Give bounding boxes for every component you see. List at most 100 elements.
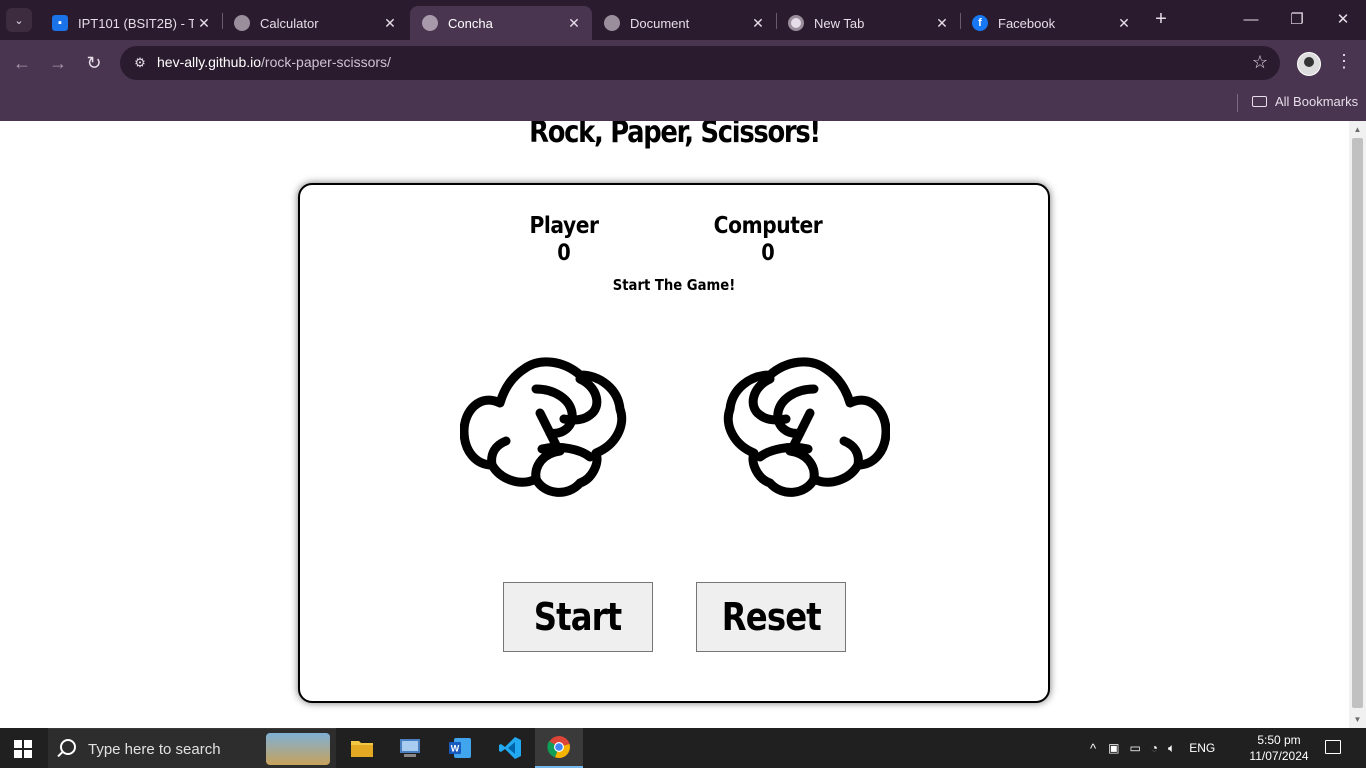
search-placeholder: Type here to search <box>88 741 221 758</box>
tab-document[interactable]: Document ✕ <box>592 6 776 40</box>
start-button-label: Start <box>534 595 622 639</box>
control-panel-icon <box>400 739 420 757</box>
computer-score-block: Computer 0 <box>704 213 832 266</box>
back-button[interactable]: ← <box>10 51 34 75</box>
globe-icon <box>604 15 620 31</box>
page-title: Rock, Paper, Scissors! <box>529 121 821 150</box>
tab-title: Document <box>630 15 690 31</box>
game-message: Start The Game! <box>612 276 736 294</box>
all-bookmarks-label: All Bookmarks <box>1275 94 1359 109</box>
notification-center-icon[interactable] <box>1325 740 1341 754</box>
site-info-icon[interactable]: ⚙ <box>128 51 152 75</box>
reload-button[interactable]: ↻ <box>82 51 106 75</box>
url-text[interactable]: hev-ally.github.io/rock-paper-scissors/ <box>157 54 391 70</box>
computer-score: 0 <box>761 241 775 266</box>
reload-icon: ↻ <box>86 53 102 73</box>
reset-button-label: Reset <box>721 595 821 639</box>
close-icon[interactable]: ✕ <box>564 15 584 32</box>
chevron-down-icon: ⌄ <box>14 14 24 27</box>
arrow-right-icon: → <box>49 53 67 73</box>
close-icon[interactable]: ✕ <box>380 15 400 32</box>
tab-title: New Tab <box>814 15 865 31</box>
chevron-up-icon[interactable]: ^ <box>1090 741 1096 756</box>
tab-search-button[interactable]: ⌄ <box>6 8 32 32</box>
bookmark-star-icon[interactable]: ☆ <box>1252 52 1268 73</box>
all-bookmarks-button[interactable]: All Bookmarks <box>1252 94 1358 109</box>
browser-tab-bar: ⌄ ▪ IPT101 (BSIT2B) - TTH ✕ Calculator ✕… <box>0 0 1366 40</box>
clock-date: 11/07/2024 <box>1249 749 1309 763</box>
reset-button[interactable]: Reset <box>696 582 846 652</box>
new-tab-button[interactable]: + <box>1150 8 1172 32</box>
start-button[interactable]: Start <box>503 582 653 652</box>
taskbar-search-box[interactable]: Type here to search <box>48 728 336 768</box>
page-content: Rock, Paper, Scissors! Player 0 Computer… <box>0 121 1349 728</box>
taskbar-chrome[interactable] <box>535 728 583 768</box>
arrow-left-icon: ← <box>13 53 31 73</box>
browser-toolbar: ← → ↻ ⚙ hev-ally.github.io/rock-paper-sc… <box>0 40 1366 86</box>
scrollbar-thumb[interactable] <box>1352 138 1363 708</box>
search-highlight-image <box>266 733 330 765</box>
classroom-icon: ▪ <box>52 15 68 31</box>
close-window-button[interactable]: ✕ <box>1328 8 1358 32</box>
plus-icon: + <box>1155 8 1167 30</box>
player-score-block: Player 0 <box>512 213 616 266</box>
tab-concha[interactable]: Concha ✕ <box>410 6 592 40</box>
vscode-icon <box>499 737 521 759</box>
close-icon[interactable]: ✕ <box>1114 15 1134 32</box>
meet-now-icon[interactable]: ▣ <box>1108 741 1119 755</box>
scroll-down-icon[interactable]: ▼ <box>1349 711 1366 728</box>
windows-start-button[interactable] <box>14 740 32 758</box>
language-indicator[interactable]: ENG <box>1189 741 1215 755</box>
svg-text:W: W <box>451 744 460 754</box>
minimize-icon: — <box>1243 11 1259 28</box>
player-rock-hand-icon <box>460 357 627 497</box>
scroll-up-icon[interactable]: ▲ <box>1349 121 1366 138</box>
windows-taskbar: Type here to search W ^ ▣ ▭ ◔ 🔈︎ ENG 5:5… <box>0 728 1366 768</box>
chrome-icon <box>547 736 570 759</box>
wifi-icon[interactable]: ◔ <box>1151 741 1158 755</box>
tab-new-tab[interactable]: New Tab ✕ <box>776 6 960 40</box>
tab-ipt101[interactable]: ▪ IPT101 (BSIT2B) - TTH ✕ <box>40 6 222 40</box>
close-icon[interactable]: ✕ <box>932 15 952 32</box>
player-score: 0 <box>557 241 571 266</box>
search-icon <box>60 739 76 755</box>
folder-icon <box>351 741 373 757</box>
tab-title: Facebook <box>998 15 1056 31</box>
browser-menu-icon[interactable]: ⋮ <box>1334 51 1354 72</box>
taskbar-control-panel[interactable] <box>386 728 434 768</box>
close-icon[interactable]: ✕ <box>748 15 768 32</box>
page-scrollbar[interactable]: ▲ ▼ <box>1349 121 1366 728</box>
profile-avatar[interactable] <box>1297 52 1321 76</box>
battery-icon[interactable]: ▭ <box>1129 741 1140 755</box>
close-icon[interactable]: ✕ <box>194 15 214 32</box>
folder-icon <box>1252 96 1267 107</box>
taskbar-word[interactable]: W <box>436 728 484 768</box>
restore-button[interactable]: ❐ <box>1282 8 1312 32</box>
tab-title: Concha <box>448 15 493 31</box>
system-tray: ^ ▣ ▭ ◔ 🔈︎ ENG <box>1090 728 1215 768</box>
restore-icon: ❐ <box>1290 11 1304 28</box>
volume-icon[interactable]: 🔈︎ <box>1168 741 1175 756</box>
game-card: Player 0 Computer 0 Start The Game! Star… <box>298 183 1050 703</box>
facebook-icon: f <box>972 15 988 31</box>
close-icon: ✕ <box>1336 11 1350 28</box>
bookmarks-divider <box>1237 94 1238 112</box>
tab-calculator[interactable]: Calculator ✕ <box>222 6 408 40</box>
player-label: Player <box>529 213 599 239</box>
chrome-icon <box>788 15 804 31</box>
minimize-button[interactable]: — <box>1236 8 1266 32</box>
tab-title: IPT101 (BSIT2B) - TTH <box>78 15 194 31</box>
bookmarks-bar: All Bookmarks <box>0 86 1366 121</box>
clock-time: 5:50 pm <box>1257 733 1301 747</box>
tab-facebook[interactable]: f Facebook ✕ <box>960 6 1142 40</box>
forward-button[interactable]: → <box>46 51 70 75</box>
url-host: hev-ally.github.io <box>157 54 262 70</box>
word-icon: W <box>449 738 471 758</box>
tab-title: Calculator <box>260 15 319 31</box>
taskbar-vscode[interactable] <box>486 728 534 768</box>
address-bar[interactable]: ⚙ hev-ally.github.io/rock-paper-scissors… <box>120 46 1280 80</box>
globe-icon <box>234 15 250 31</box>
url-path: /rock-paper-scissors/ <box>261 54 391 70</box>
taskbar-file-explorer[interactable] <box>338 728 386 768</box>
taskbar-clock[interactable]: 5:50 pm 11/07/2024 <box>1242 732 1316 764</box>
